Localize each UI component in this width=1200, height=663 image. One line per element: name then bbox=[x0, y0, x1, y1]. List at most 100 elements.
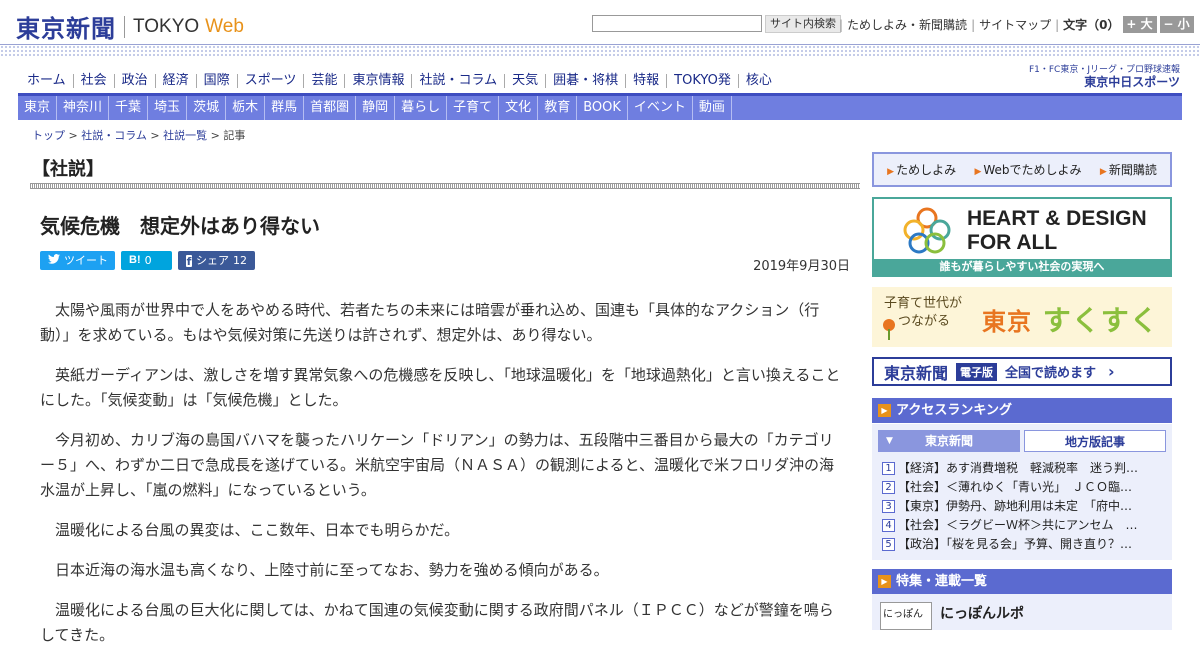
trial-link[interactable]: ▶ ためしよみ bbox=[887, 161, 956, 178]
regional-nav-item[interactable]: イベント bbox=[628, 96, 693, 120]
web-trial-link-label: Webでためしよみ bbox=[983, 163, 1082, 177]
logo-web: Web bbox=[205, 15, 244, 37]
main-nav-item[interactable]: 社説・コラム bbox=[412, 74, 506, 88]
main-nav-item[interactable]: 社会 bbox=[74, 74, 115, 88]
main-nav-item[interactable]: 特報 bbox=[626, 74, 668, 88]
main-nav-item[interactable]: 東京情報 bbox=[345, 74, 413, 88]
hdfa-caption: 誰もが暮らしやすい社会の実現へ bbox=[874, 259, 1170, 275]
heart-design-banner[interactable]: HEART & DESIGN FOR ALL 誰もが暮らしやすい社会の実現へ bbox=[872, 197, 1172, 277]
main-nav-item[interactable]: 天気 bbox=[505, 74, 547, 88]
article-paragraph: 日本近海の海水温も高くなり、上陸寸前に至ってなお、勢力を強める傾向がある。 bbox=[55, 561, 609, 579]
trial-link-label: ためしよみ bbox=[896, 163, 957, 177]
breadcrumb-editorial-list[interactable]: 社説一覧 bbox=[163, 129, 207, 142]
text-size-label: 文字（0） bbox=[1063, 18, 1120, 32]
sukusuku-banner[interactable]: 子育て世代が つながる 東京 すくすく bbox=[872, 287, 1172, 347]
regional-nav-item[interactable]: 子育て bbox=[447, 96, 500, 120]
regional-nav-item[interactable]: 群馬 bbox=[265, 96, 305, 120]
social-buttons: ツイート B! 0 f シェア 12 bbox=[40, 251, 255, 270]
ranking-item[interactable]: 4 【社会】＜ラグビーＷ杯＞共にアンセム … bbox=[882, 516, 1138, 535]
ranking-item[interactable]: 2 【社会】＜薄れゆく「青い光」 ＪＣＯ臨… bbox=[882, 478, 1138, 497]
main-nav-item[interactable]: 政治 bbox=[115, 74, 156, 88]
sukusuku-word: すくすく bbox=[1042, 304, 1159, 337]
breadcrumb: トップ > 社説・コラム > 社説一覧 > 記事 bbox=[32, 129, 246, 142]
ranking-list: 1 【経済】あす消費増税 軽減税率 迷う判… 2 【社会】＜薄れゆく「青い光」 ＪＣＯ… bbox=[882, 459, 1138, 554]
digital-edition-banner[interactable]: 東京新聞 電子版 全国で読めます › bbox=[872, 357, 1172, 386]
hdfa-line2: FOR ALL bbox=[967, 231, 1058, 254]
section-rule bbox=[30, 183, 860, 189]
arrow-icon: ▶ bbox=[974, 167, 982, 177]
feature-item-title[interactable]: にっぽんルポ bbox=[940, 603, 1024, 623]
regional-nav-item[interactable]: 文化 bbox=[499, 96, 539, 120]
subscribe-link[interactable]: ためしよみ・新聞購読 bbox=[847, 16, 967, 33]
web-trial-link[interactable]: ▶ Webでためしよみ bbox=[974, 161, 1081, 178]
chunichi-sports-banner[interactable]: F1・FC東京・Jリーグ・プロ野球速報 東京中日スポーツ bbox=[1025, 64, 1180, 88]
sports-banner-line2: 東京中日スポーツ bbox=[1084, 75, 1180, 89]
hatena-icon: B! bbox=[129, 254, 141, 266]
ranking-item[interactable]: 5 【政治】「桜を見る会」予算、開き直り？… bbox=[882, 535, 1138, 554]
arrow-icon: ▶ bbox=[1099, 167, 1107, 177]
article-paragraph: 英紙ガーディアンは、激しさを増す異常気象への危機感を反映し、「地球温暖化」を「地… bbox=[40, 366, 841, 409]
main-nav-item[interactable]: スポーツ bbox=[238, 74, 305, 88]
ranking-text: 【社会】＜ラグビーＷ杯＞共にアンセム … bbox=[898, 518, 1138, 532]
regional-nav-item[interactable]: 東京 bbox=[18, 96, 58, 120]
regional-nav-item[interactable]: 栃木 bbox=[226, 96, 266, 120]
ranking-number: 2 bbox=[882, 481, 895, 494]
article-paragraph: 温暖化による台風の異変は、ここ数年、日本でも明らかだ。 bbox=[55, 521, 460, 539]
logo-kanji: 東京新聞 bbox=[16, 14, 116, 43]
main-nav-item[interactable]: 核心 bbox=[739, 74, 779, 88]
share-count: 12 bbox=[233, 254, 247, 267]
tab-tokyo-shimbun[interactable]: ▼ 東京新聞 bbox=[878, 430, 1020, 452]
regional-nav-item[interactable]: 暮らし bbox=[395, 96, 448, 120]
site-logo[interactable]: 東京新聞 TOKYO Web bbox=[16, 9, 244, 44]
main-nav-item[interactable]: TOKYO発 bbox=[667, 74, 739, 88]
regional-nav-item[interactable]: 埼玉 bbox=[148, 96, 188, 120]
facebook-icon: f bbox=[186, 254, 192, 268]
ranking-title: アクセスランキング bbox=[896, 403, 1012, 418]
ranking-item[interactable]: 3 【東京】伊勢丹、跡地利用は未定 「府中… bbox=[882, 497, 1138, 516]
article-paragraph: 太陽や風雨が世界中で人をあやめる時代、若者たちの未来には暗雲が垂れ込め、国連も「… bbox=[40, 301, 820, 344]
ranking-text: 【政治】「桜を見る会」予算、開き直り？… bbox=[898, 537, 1133, 551]
arrow-icon: ▶ bbox=[878, 575, 891, 588]
sitemap-link[interactable]: サイトマップ bbox=[979, 16, 1051, 33]
text-size-down-button[interactable]: − 小 bbox=[1159, 16, 1194, 33]
hatena-count: 0 bbox=[144, 254, 152, 267]
logo-divider bbox=[124, 15, 125, 38]
ranking-tabs: ▼ 東京新聞 地方版記事 bbox=[878, 430, 1166, 452]
header-dotted-band bbox=[0, 44, 1200, 58]
regional-nav-item[interactable]: 神奈川 bbox=[57, 96, 110, 120]
twitter-icon bbox=[48, 251, 60, 270]
hatena-bookmark-button[interactable]: B! 0 bbox=[121, 251, 172, 270]
main-nav-item[interactable]: 芸能 bbox=[304, 74, 346, 88]
tweet-button[interactable]: ツイート bbox=[40, 251, 115, 270]
regional-nav-item[interactable]: 首都圏 bbox=[304, 96, 357, 120]
site-search-button[interactable]: サイト内検索 bbox=[765, 15, 841, 33]
regional-nav-item[interactable]: 教育 bbox=[538, 96, 578, 120]
features-header: ▶ 特集・連載一覧 bbox=[872, 569, 1172, 594]
arrow-icon: ▶ bbox=[887, 167, 895, 177]
search-input[interactable] bbox=[592, 15, 762, 32]
heart-flower-icon bbox=[903, 207, 951, 254]
main-nav-item[interactable]: 囲碁・将棋 bbox=[546, 74, 627, 88]
sukusuku-tokyo: 東京 bbox=[982, 308, 1032, 336]
hdfa-text: HEART & DESIGN FOR ALL bbox=[967, 207, 1147, 255]
facebook-share-button[interactable]: f シェア 12 bbox=[178, 251, 255, 270]
logo-tokyo: TOKYO bbox=[133, 15, 200, 37]
regional-nav-item[interactable]: 茨城 bbox=[187, 96, 227, 120]
regional-nav-item[interactable]: BOOK bbox=[577, 96, 628, 120]
regional-nav-item[interactable]: 静岡 bbox=[356, 96, 396, 120]
chevron-right-icon: › bbox=[1108, 362, 1115, 381]
ranking-item[interactable]: 1 【経済】あす消費増税 軽減税率 迷う判… bbox=[882, 459, 1138, 478]
regional-nav-item[interactable]: 千葉 bbox=[109, 96, 149, 120]
main-nav-item[interactable]: ホーム bbox=[20, 74, 74, 88]
main-nav-item[interactable]: 経済 bbox=[156, 74, 197, 88]
breadcrumb-column[interactable]: 社説・コラム bbox=[81, 129, 147, 142]
main-nav-item[interactable]: 国際 bbox=[197, 74, 238, 88]
section-title: 【社説】 bbox=[32, 159, 104, 180]
hdfa-line1: HEART & DESIGN bbox=[967, 207, 1147, 230]
feature-thumbnail[interactable]: にっぽん bbox=[880, 602, 932, 630]
breadcrumb-top[interactable]: トップ bbox=[32, 129, 65, 142]
regional-nav-item[interactable]: 動画 bbox=[693, 96, 732, 120]
tab-regional[interactable]: 地方版記事 bbox=[1024, 430, 1166, 452]
text-size-up-button[interactable]: + 大 bbox=[1122, 16, 1157, 33]
subscribe-sidebar-link[interactable]: ▶ 新聞購読 bbox=[1100, 161, 1157, 178]
